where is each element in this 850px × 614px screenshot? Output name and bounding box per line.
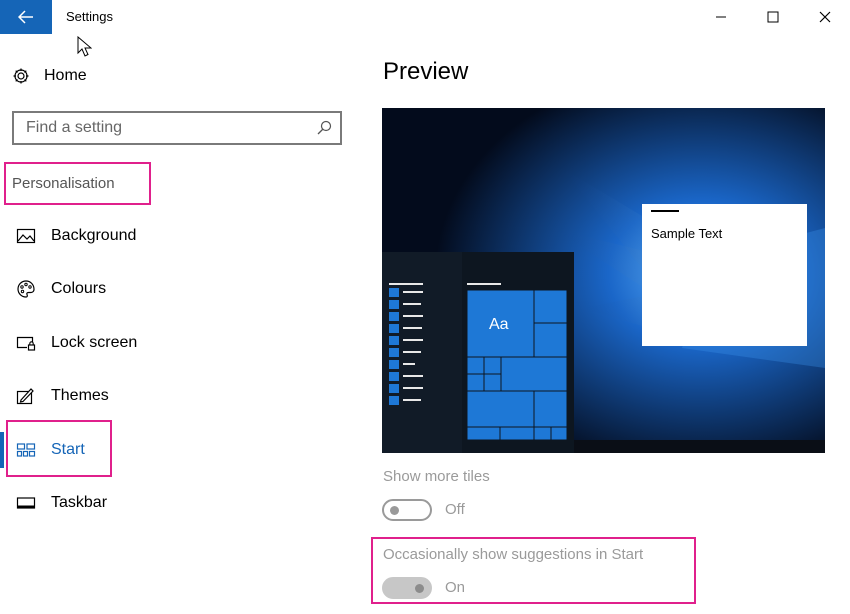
sidebar-item-label: Themes xyxy=(51,387,109,404)
home-nav-item[interactable]: Home xyxy=(12,62,87,90)
image-icon xyxy=(15,226,37,246)
sidebar-item-lock-screen[interactable]: Lock screen xyxy=(0,323,340,363)
start-highlight-box xyxy=(6,420,112,477)
search-box[interactable] xyxy=(12,111,342,145)
themes-icon xyxy=(15,386,37,406)
home-label: Home xyxy=(44,67,87,84)
minimize-button[interactable] xyxy=(698,0,744,34)
minimize-icon xyxy=(716,16,726,18)
search-icon[interactable] xyxy=(316,120,332,136)
sidebar-item-label: Lock screen xyxy=(51,334,138,351)
suggestions-highlight-box xyxy=(371,537,696,604)
sidebar-item-background[interactable]: Background xyxy=(0,216,340,256)
sidebar-item-taskbar[interactable]: Taskbar xyxy=(0,483,340,523)
maximize-icon xyxy=(767,11,779,23)
mouse-cursor-icon xyxy=(77,36,92,57)
tile-label: Aa xyxy=(489,316,509,333)
back-arrow-icon xyxy=(18,10,33,24)
sidebar-item-label: Taskbar xyxy=(51,494,108,511)
back-button[interactable] xyxy=(0,0,52,34)
maximize-button[interactable] xyxy=(750,0,796,34)
section-header-personalisation: Personalisation xyxy=(4,162,151,205)
show-more-tiles-toggle[interactable] xyxy=(382,499,432,521)
gear-icon xyxy=(13,68,29,84)
lock-screen-icon xyxy=(15,333,37,353)
show-more-tiles-state: Off xyxy=(445,501,465,518)
palette-icon xyxy=(15,279,37,299)
page-title: Preview xyxy=(383,58,469,85)
search-input[interactable] xyxy=(26,119,306,137)
close-icon xyxy=(819,11,831,23)
show-more-tiles-label: Show more tiles xyxy=(383,468,490,485)
sidebar-item-label: Background xyxy=(51,227,137,244)
window-title: Settings xyxy=(66,9,113,24)
preview-desktop-image xyxy=(382,108,825,453)
taskbar-icon xyxy=(15,493,37,513)
title-bar: Settings xyxy=(0,0,850,34)
sample-text: Sample Text xyxy=(651,226,723,241)
theme-preview: Aa Sample Text xyxy=(382,108,825,453)
toggle-knob xyxy=(390,506,399,515)
sidebar-item-label: Colours xyxy=(51,280,107,297)
close-button[interactable] xyxy=(802,0,848,34)
sidebar-item-themes[interactable]: Themes xyxy=(0,376,340,416)
sidebar-item-colours[interactable]: Colours xyxy=(0,269,340,309)
